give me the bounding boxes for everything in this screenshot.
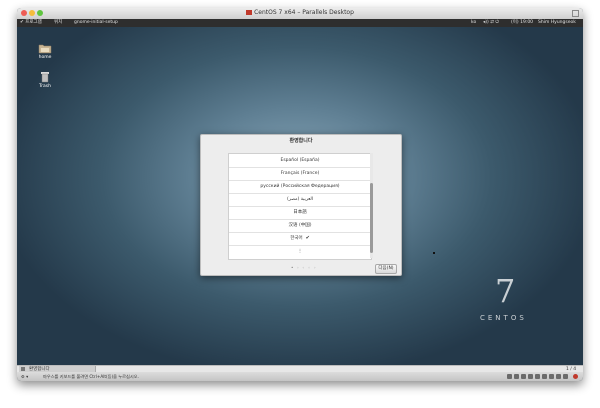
language-label: 한국어 xyxy=(290,236,303,241)
language-label: العربية (مصر) xyxy=(286,197,314,202)
app-indicator[interactable]: gnome-initial-setup xyxy=(74,19,118,27)
home-icon-label: home xyxy=(38,55,52,60)
dialog-title: 환영합니다 xyxy=(289,138,313,144)
cd-icon[interactable] xyxy=(514,374,519,379)
clock[interactable]: (이) 19:00 xyxy=(511,19,533,27)
home-desktop-icon[interactable]: home xyxy=(34,43,56,60)
language-label: 汉语 (中国) xyxy=(288,223,312,228)
usb-icon[interactable] xyxy=(528,374,533,379)
status-message: 마우스를 키보드를 풀려면 Ctrl+Alt(등)을 누르십시오. xyxy=(43,374,139,379)
language-label: Español (España) xyxy=(280,158,320,163)
keyboard-icon[interactable] xyxy=(563,374,568,379)
parallels-vm-icon xyxy=(246,10,253,15)
window-title-area: CentOS 7 x64 – Parallels Desktop xyxy=(17,9,583,16)
page-indicator: • ◦ ◦ ◦ ◦ xyxy=(291,265,317,270)
gnome-top-bar: ✔ 프로그램 위치 gnome-initial-setup ko ◂)) ⇄ ⏻… xyxy=(17,19,583,27)
window-title: CentOS 7 x64 – Parallels Desktop xyxy=(254,9,354,16)
language-row[interactable]: Français (France) xyxy=(229,167,371,181)
more-languages-row[interactable]: ⋮ xyxy=(229,245,371,258)
more-languages-glyph: ⋮ xyxy=(297,249,303,254)
trash-icon xyxy=(41,72,49,83)
user-menu[interactable]: Shim Hyungseok xyxy=(538,19,576,27)
parallels-statusbar: ⚙ ▾ 마우스를 키보드를 풀려면 Ctrl+Alt(등)을 누르십시오. xyxy=(17,372,583,381)
power-icon[interactable] xyxy=(573,374,578,379)
language-label: Français (France) xyxy=(280,171,320,176)
language-row-selected[interactable]: 한국어 ✔ xyxy=(229,232,371,246)
printer-icon[interactable] xyxy=(549,374,554,379)
sound-icon[interactable] xyxy=(535,374,540,379)
taskbar-window-icon xyxy=(21,367,25,371)
hdd-icon[interactable] xyxy=(507,374,512,379)
folder-icon xyxy=(38,44,52,54)
language-label: 日本語 xyxy=(293,210,307,215)
checkmark-icon: ✔ xyxy=(305,235,310,241)
fullscreen-icon[interactable] xyxy=(572,10,579,17)
desktop: home Trash 7 CENTOS 환영합니다 Español (Españ… xyxy=(17,27,583,365)
initial-setup-dialog: 환영합니다 Español (España) Français (France)… xyxy=(200,134,402,276)
language-row[interactable]: Español (España) xyxy=(229,154,371,168)
language-list-scrollbar[interactable] xyxy=(370,153,373,258)
language-list[interactable]: Español (España) Français (France) русск… xyxy=(228,153,372,260)
language-row[interactable]: русский (Российская Федерация) xyxy=(229,180,371,194)
language-row[interactable]: 汉语 (中国) xyxy=(229,219,371,233)
settings-gear-icon[interactable]: ⚙ ▾ xyxy=(21,372,28,381)
status-icons[interactable]: ◂)) ⇄ ⏻ xyxy=(483,19,499,27)
centos-logo-number: 7 xyxy=(495,272,516,310)
language-row[interactable]: 日本語 xyxy=(229,206,371,220)
mouse-pointer xyxy=(433,252,435,254)
trash-desktop-icon[interactable]: Trash xyxy=(34,71,56,89)
vm-window: CentOS 7 x64 – Parallels Desktop ✔ 프로그램 … xyxy=(17,8,583,381)
shared-folders-icon[interactable] xyxy=(542,374,547,379)
camera-icon[interactable] xyxy=(556,374,561,379)
applications-menu[interactable]: ✔ 프로그램 xyxy=(20,19,42,27)
input-language-indicator[interactable]: ko xyxy=(471,19,476,27)
trash-icon-label: Trash xyxy=(39,84,51,89)
next-button[interactable]: 다음(N) xyxy=(375,264,397,274)
scrollbar-thumb[interactable] xyxy=(370,183,373,253)
network-icon[interactable] xyxy=(521,374,526,379)
centos-logo-text: CENTOS xyxy=(480,314,527,322)
language-label: русский (Российская Федерация) xyxy=(260,184,340,189)
places-menu[interactable]: 위치 xyxy=(54,19,62,27)
language-row[interactable]: العربية (مصر) xyxy=(229,193,371,207)
